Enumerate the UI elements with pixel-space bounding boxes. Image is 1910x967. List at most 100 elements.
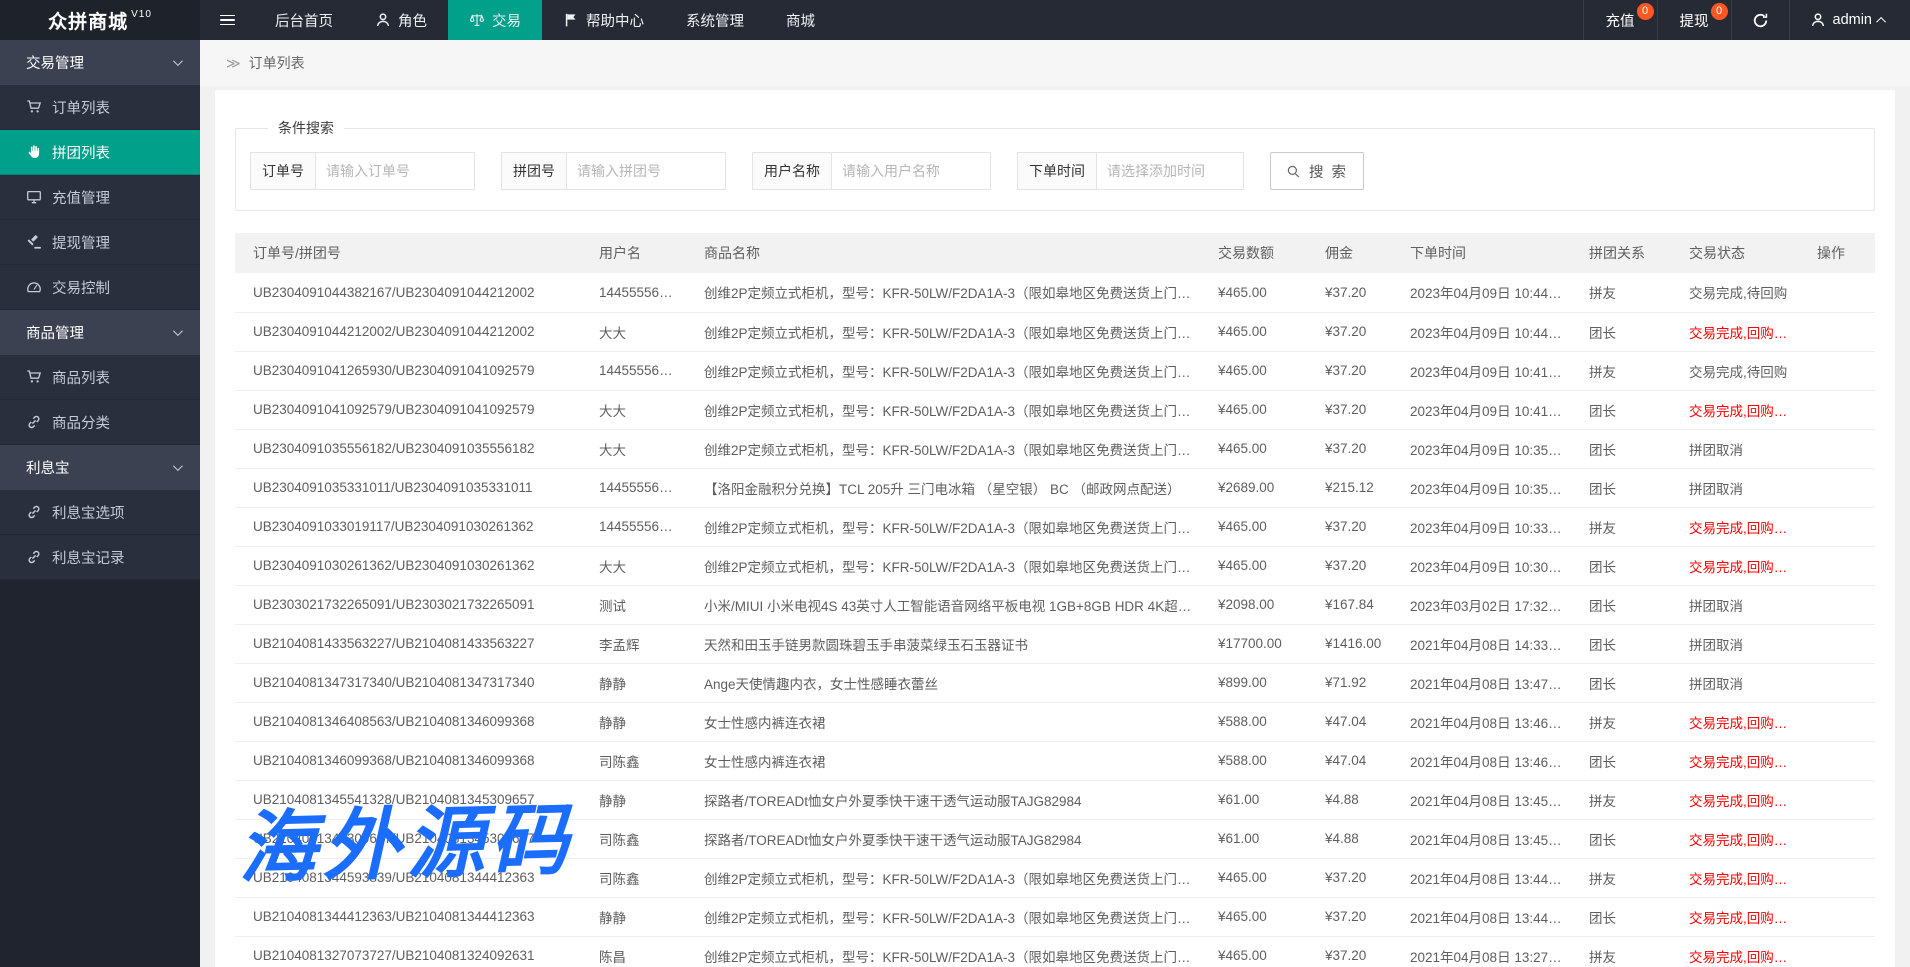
cell-order: UB2304091033019117/UB2304091030261362 — [235, 507, 581, 546]
cell-action — [1799, 507, 1875, 546]
col-header-1: 用户名 — [581, 233, 686, 273]
cell-time: 2023年04月09日 10:44:38 — [1392, 273, 1571, 312]
search-button[interactable]: 搜 索 — [1270, 152, 1364, 190]
cell-status: 交易完成,回购成功 — [1671, 858, 1799, 897]
nav-item-home[interactable]: 后台首页 — [254, 0, 354, 40]
cell-product: 创维2P定频立式柜机，型号：KFR-50LW/F2DA1A-3（限如皋地区免费送… — [686, 351, 1200, 390]
cell-time: 2021年04月08日 14:33:56 — [1392, 624, 1571, 663]
sidebar-item-label: 拼团列表 — [52, 142, 110, 163]
nav-item-trade[interactable]: 交易 — [448, 0, 542, 40]
table-row: UB2304091035331011/UB2304091035331011144… — [235, 468, 1875, 507]
sidebar-section-lixibao[interactable]: 利息宝 — [0, 445, 200, 490]
recharge-button[interactable]: 充值 0 — [1584, 0, 1657, 40]
cell-relation: 拼友 — [1571, 858, 1671, 897]
cell-time: 2021年04月08日 13:45:30 — [1392, 819, 1571, 858]
cell-amount: ¥465.00 — [1200, 546, 1307, 585]
col-header-2: 商品名称 — [686, 233, 1200, 273]
sidebar: 交易管理 订单列表拼团列表充值管理提现管理交易控制商品管理 商品列表商品分类利息… — [0, 40, 200, 967]
cell-order: UB2304091035331011/UB2304091035331011 — [235, 468, 581, 507]
search-panel: 条件搜索 订单号拼团号用户名称下单时间 搜 索 — [235, 118, 1875, 211]
cell-relation: 拼友 — [1571, 273, 1671, 312]
cell-status: 交易完成,回购成功 — [1671, 312, 1799, 351]
sidebar-section-goods-mgmt[interactable]: 商品管理 — [0, 310, 200, 355]
cell-user: 陈昌 — [581, 936, 686, 967]
nav-item-mall[interactable]: 商城 — [765, 0, 836, 40]
cell-user: 静静 — [581, 780, 686, 819]
cell-product: 创维2P定频立式柜机，型号：KFR-50LW/F2DA1A-3（限如皋地区免费送… — [686, 897, 1200, 936]
cell-user: 大大 — [581, 312, 686, 351]
cell-action — [1799, 546, 1875, 585]
sidebar-item-group-list[interactable]: 拼团列表 — [0, 130, 200, 175]
cell-action — [1799, 819, 1875, 858]
order-no-input[interactable] — [315, 152, 475, 190]
monitor-icon — [26, 189, 42, 205]
col-header-4: 佣金 — [1307, 233, 1392, 273]
sidebar-item-lixibao-records[interactable]: 利息宝记录 — [0, 535, 200, 580]
cell-order: UB2304091044382167/UB2304091044212002 — [235, 273, 581, 312]
filter-label-user-name: 用户名称 — [752, 152, 832, 190]
cell-commission: ¥37.20 — [1307, 936, 1392, 967]
cell-relation: 团长 — [1571, 429, 1671, 468]
filter-user-name: 用户名称 — [752, 152, 991, 190]
sidebar-toggle[interactable] — [200, 0, 254, 40]
order-time-input[interactable] — [1096, 152, 1244, 190]
cell-status: 交易完成,回购成功 — [1671, 741, 1799, 780]
filter-label-group-no: 拼团号 — [501, 152, 567, 190]
cell-order: UB2304091030261362/UB2304091030261362 — [235, 546, 581, 585]
chevron-up-icon — [1876, 16, 1886, 26]
sidebar-item-goods-list[interactable]: 商品列表 — [0, 355, 200, 400]
table-header-row: 订单号/拼团号用户名商品名称交易数额佣金下单时间拼团关系交易状态操作 — [235, 233, 1875, 273]
cell-order: UB2104081346408563/UB2104081346099368 — [235, 702, 581, 741]
cell-product: 创维2P定频立式柜机，型号：KFR-50LW/F2DA1A-3（限如皋地区免费送… — [686, 390, 1200, 429]
cell-product: 探路者/TOREADt恤女户外夏季快干速干透气运动服TAJG82984 — [686, 819, 1200, 858]
cell-user: 测试 — [581, 585, 686, 624]
cell-status: 拼团取消 — [1671, 624, 1799, 663]
cell-amount: ¥465.00 — [1200, 507, 1307, 546]
cell-amount: ¥465.00 — [1200, 897, 1307, 936]
scales-icon — [469, 12, 485, 28]
table-row: UB2104081345309657/UB2104081345309657司陈鑫… — [235, 819, 1875, 858]
cell-relation: 团长 — [1571, 312, 1671, 351]
gavel-icon — [26, 234, 42, 250]
sidebar-item-recharge-mgmt[interactable]: 充值管理 — [0, 175, 200, 220]
cell-amount: ¥2689.00 — [1200, 468, 1307, 507]
app-version: V10 — [131, 9, 152, 20]
cell-amount: ¥465.00 — [1200, 312, 1307, 351]
withdraw-button[interactable]: 提现 0 — [1658, 0, 1731, 40]
cell-product: 创维2P定频立式柜机，型号：KFR-50LW/F2DA1A-3（限如皋地区免费送… — [686, 546, 1200, 585]
cell-relation: 拼友 — [1571, 507, 1671, 546]
sidebar-item-trade-control[interactable]: 交易控制 — [0, 265, 200, 310]
sidebar-item-lixibao-options[interactable]: 利息宝选项 — [0, 490, 200, 535]
cell-product: 女士性感内裤连衣裙 — [686, 702, 1200, 741]
nav-item-help[interactable]: 帮助中心 — [542, 0, 665, 40]
refresh-button[interactable] — [1732, 0, 1789, 40]
cell-order: UB2104081345309657/UB2104081345309657 — [235, 819, 581, 858]
cell-order: UB2304091044212002/UB2304091044212002 — [235, 312, 581, 351]
nav-item-system[interactable]: 系统管理 — [665, 0, 765, 40]
cell-commission: ¥47.04 — [1307, 741, 1392, 780]
sidebar-item-withdraw-mgmt[interactable]: 提现管理 — [0, 220, 200, 265]
sidebar-item-order-list[interactable]: 订单列表 — [0, 85, 200, 130]
cell-amount: ¥2098.00 — [1200, 585, 1307, 624]
sidebar-item-goods-category[interactable]: 商品分类 — [0, 400, 200, 445]
sidebar-item-label: 商品列表 — [52, 367, 110, 388]
cell-product: Ange天使情趣内衣，女士性感睡衣蕾丝 — [686, 663, 1200, 702]
col-header-6: 拼团关系 — [1571, 233, 1671, 273]
cell-time: 2023年04月09日 10:41:09 — [1392, 390, 1571, 429]
cell-product: 创维2P定频立式柜机，型号：KFR-50LW/F2DA1A-3（限如皋地区免费送… — [686, 507, 1200, 546]
admin-menu[interactable]: admin — [1790, 0, 1910, 40]
group-no-input[interactable] — [566, 152, 726, 190]
sidebar-section-trade-mgmt[interactable]: 交易管理 — [0, 40, 200, 85]
sidebar-item-label: 订单列表 — [52, 97, 110, 118]
filter-order-no: 订单号 — [250, 152, 475, 190]
nav-item-role[interactable]: 角色 — [354, 0, 448, 40]
user-name-input[interactable] — [831, 152, 991, 190]
sidebar-item-label: 提现管理 — [52, 232, 110, 253]
cell-product: 创维2P定频立式柜机，型号：KFR-50LW/F2DA1A-3（限如皋地区免费送… — [686, 273, 1200, 312]
cell-product: 天然和田玉手链男款圆珠碧玉手串菠菜绿玉石玉器证书 — [686, 624, 1200, 663]
search-icon — [1286, 164, 1301, 179]
cell-relation: 团长 — [1571, 624, 1671, 663]
cell-status: 拼团取消 — [1671, 468, 1799, 507]
sidebar-item-label: 商品分类 — [52, 412, 110, 433]
app-name: 众拼商城 — [48, 7, 128, 34]
